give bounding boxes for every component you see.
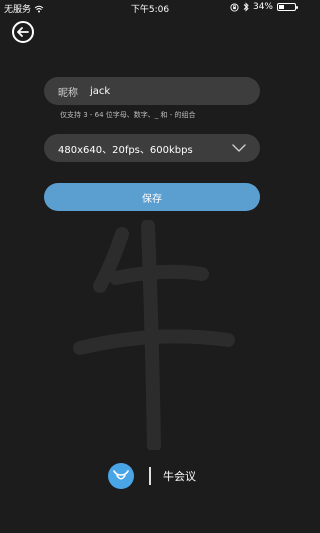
nickname-label: 昵称 — [58, 87, 78, 99]
orientation-lock-icon — [230, 2, 239, 12]
watermark-logo — [73, 220, 235, 450]
brand-divider — [149, 467, 151, 485]
resolution-select[interactable]: 480x640、20fps、600kbps — [44, 134, 260, 162]
battery-fill — [279, 5, 285, 9]
battery-percent: 34% — [252, 2, 273, 12]
nickname-input[interactable]: jack — [90, 86, 110, 97]
resolution-value: 480x640、20fps、600kbps — [58, 144, 193, 156]
nickname-hint: 仅支持 3 - 64 位字母、数字、_ 和 - 的组合 — [60, 111, 196, 119]
battery-icon — [277, 3, 298, 11]
arrow-left-icon — [17, 27, 29, 37]
save-button[interactable]: 保存 — [44, 183, 260, 211]
bluetooth-icon — [243, 2, 249, 12]
bull-logo-icon — [108, 463, 134, 489]
back-button[interactable] — [12, 21, 34, 43]
status-bar: 无服务 下午5:06 34% — [0, 0, 300, 16]
brand-name: 牛会议 — [163, 470, 196, 483]
chevron-down-icon — [232, 144, 246, 152]
brand-footer: 牛会议 — [0, 460, 300, 492]
status-right: 34% — [230, 2, 298, 12]
nickname-field[interactable]: 昵称 jack — [44, 77, 260, 105]
